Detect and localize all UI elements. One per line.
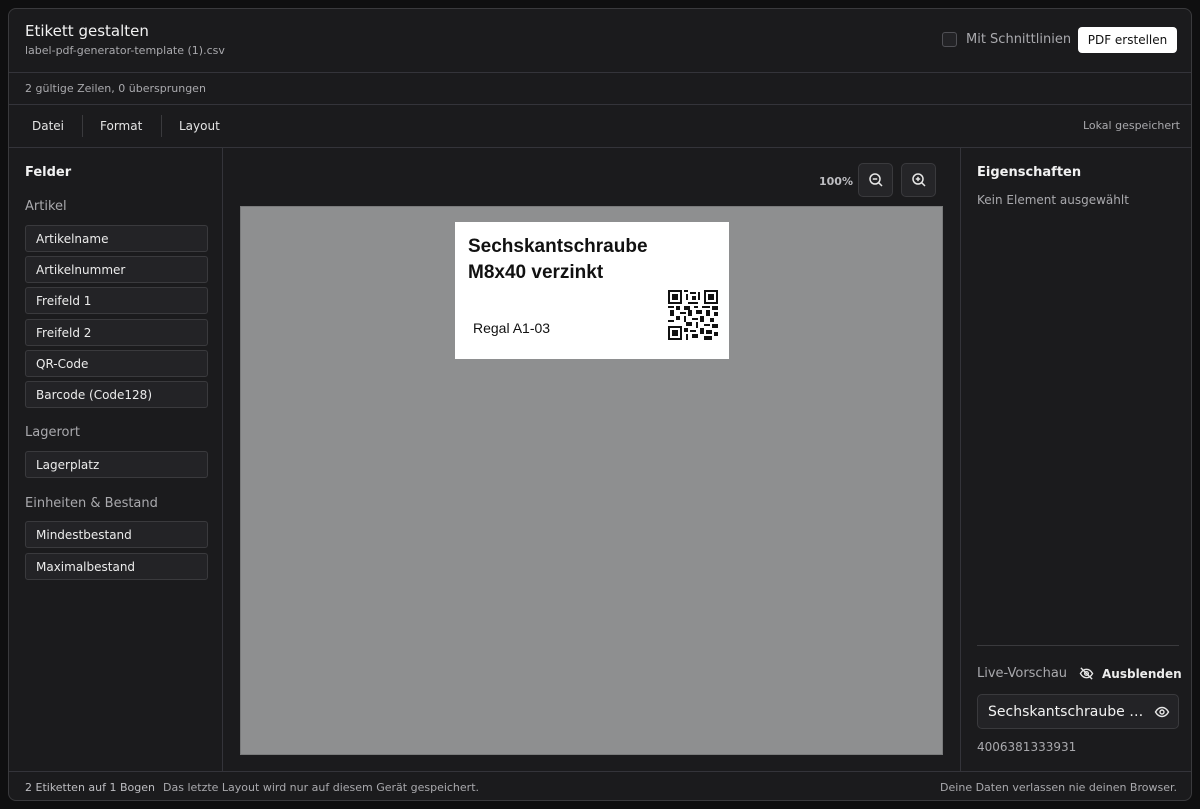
- cut-lines-toggle[interactable]: Mit Schnittlinien: [942, 32, 1071, 47]
- privacy-note: Deine Daten verlassen nie deinen Browser…: [940, 781, 1177, 794]
- menu-layout[interactable]: Layout: [179, 105, 220, 147]
- eye-off-icon: [1079, 667, 1094, 680]
- menu-datei[interactable]: Datei: [32, 105, 64, 147]
- divider: [977, 645, 1179, 646]
- no-selection-text: Kein Element ausgewählt: [977, 193, 1129, 207]
- header: Etikett gestalten label-pdf-generator-te…: [9, 9, 1191, 73]
- eye-icon[interactable]: [1154, 704, 1170, 720]
- field-freifeld-1[interactable]: Freifeld 1: [25, 287, 208, 314]
- menu-divider: [82, 115, 83, 137]
- properties-title: Eigenschaften: [977, 165, 1082, 180]
- menu-format[interactable]: Format: [100, 105, 142, 147]
- fields-title: Felder: [25, 165, 72, 180]
- live-preview-label: Live-Vorschau: [977, 666, 1068, 681]
- zoom-in-button[interactable]: [901, 163, 936, 197]
- create-pdf-button[interactable]: PDF erstellen: [1078, 27, 1177, 53]
- field-artikelname[interactable]: Artikelname: [25, 225, 208, 252]
- page-title: Etikett gestalten: [25, 22, 149, 40]
- properties-panel: Eigenschaften Kein Element ausgewählt Li…: [960, 148, 1191, 771]
- preview-record-card[interactable]: Sechskantschraube M8x40 verzinkt: [977, 694, 1179, 729]
- label-preview[interactable]: Sechskantschraube M8x40 verzinkt Regal A…: [455, 222, 729, 359]
- design-canvas[interactable]: Sechskantschraube M8x40 verzinkt Regal A…: [240, 206, 943, 755]
- canvas-area: 100% Sechskantschraube M8x40 verzinkt Re…: [223, 148, 960, 771]
- menu-divider: [161, 115, 162, 137]
- file-name: label-pdf-generator-template (1).csv: [25, 44, 225, 57]
- field-mindestbestand[interactable]: Mindestbestand: [25, 521, 208, 548]
- field-qr-code[interactable]: QR-Code: [25, 350, 208, 377]
- zoom-out-icon: [868, 173, 883, 187]
- group-title-einheiten-bestand: Einheiten & Bestand: [25, 496, 158, 511]
- layout-storage-note: Das letzte Layout wird nur auf diesem Ge…: [163, 781, 480, 794]
- preview-record-code: 4006381333931: [977, 740, 1077, 754]
- footer: 2 Etiketten auf 1 Bogen Das letzte Layou…: [9, 771, 1191, 800]
- fields-panel: Felder Artikel Artikelname Artikelnummer…: [9, 148, 223, 771]
- field-freifeld-2[interactable]: Freifeld 2: [25, 319, 208, 346]
- sheet-info: 2 Etiketten auf 1 Bogen: [25, 781, 155, 794]
- cut-lines-label: Mit Schnittlinien: [966, 32, 1072, 47]
- cut-lines-checkbox[interactable]: [942, 32, 957, 47]
- field-maximalbestand[interactable]: Maximalbestand: [25, 553, 208, 580]
- status-bar: 2 gültige Zeilen, 0 übersprungen: [9, 73, 1191, 105]
- hide-preview-label: Ausblenden: [1102, 666, 1182, 681]
- zoom-out-button[interactable]: [858, 163, 893, 197]
- group-title-lagerort: Lagerort: [25, 425, 80, 440]
- zoom-level: 100%: [819, 175, 853, 188]
- hide-preview-button[interactable]: Ausblenden: [1079, 666, 1182, 681]
- label-location[interactable]: Regal A1-03: [473, 320, 550, 336]
- field-lagerplatz[interactable]: Lagerplatz: [25, 451, 208, 478]
- preview-record-name: Sechskantschraube M8x40 verzinkt: [988, 703, 1146, 720]
- zoom-in-icon: [911, 173, 926, 187]
- group-title-artikel: Artikel: [25, 199, 67, 214]
- label-designer-app: Etikett gestalten label-pdf-generator-te…: [8, 8, 1192, 801]
- rows-status: 2 gültige Zeilen, 0 übersprungen: [25, 82, 206, 95]
- save-status: Lokal gespeichert: [1082, 119, 1180, 132]
- label-article-name[interactable]: Sechskantschraube M8x40 verzinkt: [468, 234, 668, 286]
- menu-bar: Datei Format Layout Lokal gespeichert: [9, 105, 1191, 148]
- qr-code[interactable]: [668, 290, 718, 340]
- field-artikelnummer[interactable]: Artikelnummer: [25, 256, 208, 283]
- field-barcode-code128[interactable]: Barcode (Code128): [25, 381, 208, 408]
